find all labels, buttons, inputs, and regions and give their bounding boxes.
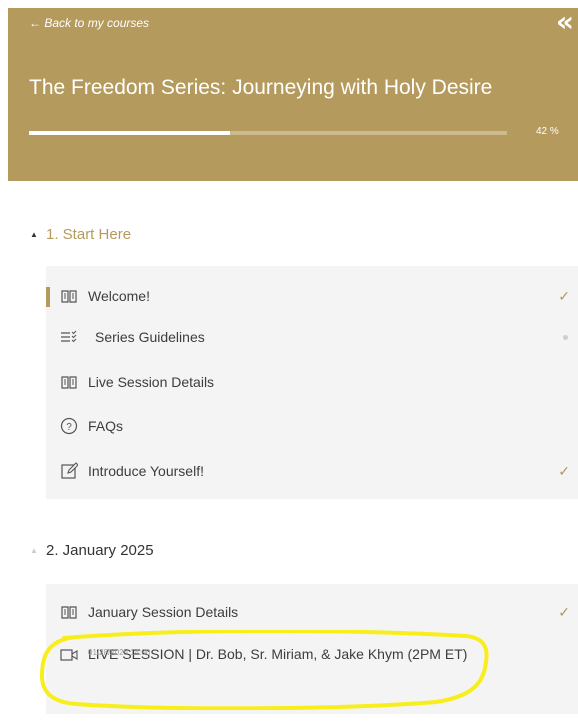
lesson-label: Live Session Details xyxy=(88,374,215,390)
active-indicator xyxy=(46,287,50,307)
progress-fill xyxy=(29,131,230,135)
question-circle-icon: ? xyxy=(60,417,78,435)
double-chevron-left-icon[interactable]: « xyxy=(556,8,574,36)
section-lessons-panel: January Session Details ✓ LIVE SESSION |… xyxy=(46,584,578,714)
checklist-icon xyxy=(60,328,78,346)
checkmark-icon: ✓ xyxy=(558,462,570,479)
lesson-faqs[interactable]: ? FAQs xyxy=(46,411,578,441)
lesson-label: FAQs xyxy=(88,418,124,434)
svg-text:?: ? xyxy=(66,422,72,433)
back-to-courses-link[interactable]: ← Back to my courses xyxy=(29,16,149,30)
video-icon xyxy=(60,646,78,664)
checkmark-icon: ✓ xyxy=(558,287,570,304)
section-lessons-panel: Welcome! ✓ Series Guidelines Live Sessio… xyxy=(46,266,578,499)
lesson-label: Introduce Yourself! xyxy=(88,463,204,479)
book-icon xyxy=(60,287,78,305)
book-icon xyxy=(60,373,78,391)
checkmark-icon: ✓ xyxy=(558,603,570,620)
lesson-january-session-details[interactable]: January Session Details ✓ xyxy=(46,597,578,627)
section-label: 2. January 2025 xyxy=(46,542,154,559)
section-january-2025[interactable]: ▲ 2. January 2025 xyxy=(30,542,154,559)
incomplete-dot xyxy=(563,334,568,340)
lesson-label: January Session Details xyxy=(88,604,239,620)
section-start-here[interactable]: ▲ 1. Start Here xyxy=(30,226,131,243)
lesson-introduce-yourself[interactable]: Introduce Yourself! ✓ xyxy=(46,456,578,486)
course-header: ← Back to my courses « The Freedom Serie… xyxy=(8,8,578,181)
edit-icon xyxy=(60,462,78,480)
caret-up-icon: ▲ xyxy=(30,546,38,555)
lesson-date: 01/28/2025 14:00 xyxy=(88,648,151,657)
progress-percent: 42 % xyxy=(536,126,559,137)
section-label: 1. Start Here xyxy=(46,226,132,243)
course-title: The Freedom Series: Journeying with Holy… xyxy=(29,76,493,99)
lesson-live-session-details[interactable]: Live Session Details xyxy=(46,367,578,397)
progress-bar xyxy=(29,131,507,135)
lesson-label: Series Guidelines xyxy=(95,329,205,345)
book-icon xyxy=(60,603,78,621)
lesson-welcome[interactable]: Welcome! ✓ xyxy=(46,281,578,311)
lesson-series-guidelines[interactable]: Series Guidelines xyxy=(46,322,578,352)
caret-up-icon: ▲ xyxy=(30,230,38,239)
lesson-label: Welcome! xyxy=(88,288,150,304)
